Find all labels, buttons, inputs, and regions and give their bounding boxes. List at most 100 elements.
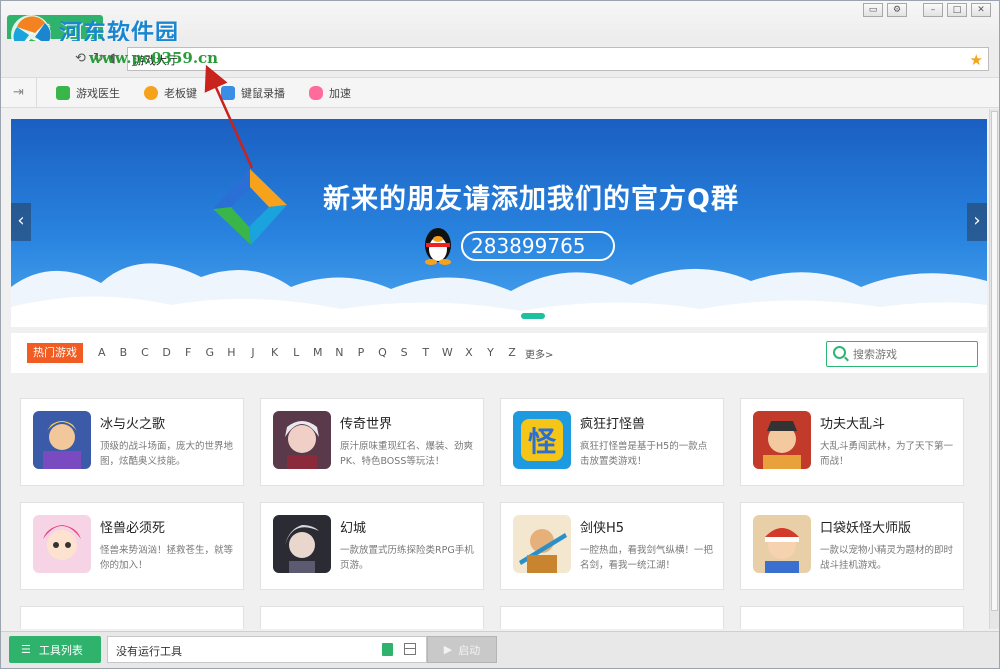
game-desc: 顶级的战斗场面，庞大的世界地图，炫酷奥义技能。 xyxy=(100,441,234,467)
letter-filter-d[interactable]: D xyxy=(156,346,178,359)
toolbar-label: 老板键 xyxy=(164,87,197,100)
game-title: 功夫大乱斗 xyxy=(820,417,886,432)
minimize-button[interactable]: – xyxy=(923,3,943,17)
game-card[interactable]: 冰与火之歌 顶级的战斗场面，庞大的世界地图，炫酷奥义技能。 xyxy=(20,398,244,486)
game-title: 疯狂打怪兽 xyxy=(580,417,646,432)
letter-filter-b[interactable]: B xyxy=(113,346,135,359)
letter-filter-s[interactable]: S xyxy=(393,346,415,359)
medkit-icon xyxy=(56,86,70,100)
filter-bar: 热门游戏 ABCDFGHJKLMNPQSTWXYZ 更多> xyxy=(11,333,987,373)
game-card[interactable]: 口袋妖怪大师版 一款以宠物小精灵为题材的即时战斗挂机游戏。 xyxy=(740,502,964,590)
letter-filter-f[interactable]: F xyxy=(177,346,199,359)
toolbar-label: 加速 xyxy=(329,87,351,100)
toolbar-game-doctor[interactable]: 游戏医生 xyxy=(56,85,120,101)
sidebar-toggle-icon[interactable]: ⇥ xyxy=(1,78,37,108)
tool-status: 没有运行工具 xyxy=(107,636,427,663)
scrollbar-thumb[interactable] xyxy=(991,111,998,611)
launch-label: 启动 xyxy=(458,643,481,657)
letter-filter-w[interactable]: W xyxy=(437,346,459,359)
game-thumbnail xyxy=(273,411,331,469)
maximize-button[interactable]: □ xyxy=(947,3,967,17)
game-desc: 一款以宠物小精灵为题材的即时战斗挂机游戏。 xyxy=(820,545,954,571)
game-title: 剑侠H5 xyxy=(580,521,625,536)
toolbar-accelerate[interactable]: 加速 xyxy=(309,85,351,101)
game-title: 传奇世界 xyxy=(340,417,393,432)
game-card[interactable]: 怪兽必须死 怪兽来势汹汹！拯救苍生，就等你的加入！ xyxy=(20,502,244,590)
letter-filter-l[interactable]: L xyxy=(285,346,307,359)
letter-filter-a[interactable]: A xyxy=(91,346,113,359)
tool-status-text: 没有运行工具 xyxy=(116,645,182,658)
content-area: 新来的朋友请添加我们的官方Q群 283899765 ‹ › 热门游戏 ABCDF… xyxy=(3,109,989,629)
letter-filter-n[interactable]: N xyxy=(329,346,351,359)
letter-filter-x[interactable]: X xyxy=(458,346,480,359)
search-input[interactable] xyxy=(853,345,973,363)
game-card[interactable]: 剑侠H5 一腔热血，看我剑气纵横！一把名剑，看我一统江湖！ xyxy=(500,502,724,590)
game-card[interactable]: 怪 疯狂打怪兽 疯狂打怪兽是基于H5的一款点击放置类游戏！ xyxy=(500,398,724,486)
search-icon xyxy=(833,346,846,359)
launch-button[interactable]: ▶ 启动 xyxy=(427,636,497,663)
game-title: 冰与火之歌 xyxy=(100,417,166,432)
game-card[interactable]: 幻城 一款放置式历练探险类RPG手机页游。 xyxy=(260,502,484,590)
game-card[interactable] xyxy=(500,606,724,629)
letter-filter-g[interactable]: G xyxy=(199,346,221,359)
game-card[interactable] xyxy=(260,606,484,629)
document-icon[interactable] xyxy=(382,643,393,656)
game-thumbnail xyxy=(273,515,331,573)
close-button[interactable]: ✕ xyxy=(971,3,991,17)
game-desc: 疯狂打怪兽是基于H5的一款点击放置类游戏！ xyxy=(580,441,708,467)
banner-indicator[interactable] xyxy=(521,313,545,319)
game-thumbnail xyxy=(753,411,811,469)
tools-list-label: 工具列表 xyxy=(38,643,83,657)
game-card[interactable]: 功夫大乱斗 大乱斗勇闯武林，为了天下第一而战！ xyxy=(740,398,964,486)
favorite-star-icon[interactable]: ★ xyxy=(970,51,983,69)
address-input[interactable]: 游戏大厅 xyxy=(127,47,989,71)
app-window: 游戏 河东软件园 ▭ ⚙ – □ ✕ ⟲ ↻ ◖ 游戏大厅 ★ www.pc03… xyxy=(0,0,1000,669)
game-title: 怪兽必须死 xyxy=(100,521,166,536)
game-thumbnail xyxy=(753,515,811,573)
game-desc: 大乱斗勇闯武林，为了天下第一而战！ xyxy=(820,441,954,467)
toolbar: ⇥ 游戏医生 老板键 键鼠录播 加速 xyxy=(1,77,999,108)
game-card[interactable]: 传奇世界 原汁原味重现红名、爆装、劲爽PK、特色BOSS等玩法！ xyxy=(260,398,484,486)
letter-filter-c[interactable]: C xyxy=(134,346,156,359)
letter-filter-t[interactable]: T xyxy=(415,346,437,359)
gamepad-icon xyxy=(309,86,323,100)
banner-next-button[interactable]: › xyxy=(967,203,987,241)
bottom-bar: ☰ 工具列表 没有运行工具 ▶ 启动 xyxy=(1,631,999,668)
letter-index: ABCDFGHJKLMNPQSTWXYZ xyxy=(91,346,523,359)
toolbar-key-recorder[interactable]: 键鼠录播 xyxy=(221,85,285,101)
letter-filter-p[interactable]: P xyxy=(350,346,372,359)
skin-button[interactable]: ▭ xyxy=(863,3,883,17)
game-card[interactable] xyxy=(20,606,244,629)
tools-list-button[interactable]: ☰ 工具列表 xyxy=(9,636,101,663)
letter-filter-m[interactable]: M xyxy=(307,346,329,359)
toolbar-label: 键鼠录播 xyxy=(241,87,285,100)
banner-prev-button[interactable]: ‹ xyxy=(11,203,31,241)
toolbar-boss-key[interactable]: 老板键 xyxy=(144,85,197,101)
letter-filter-h[interactable]: H xyxy=(221,346,243,359)
game-thumbnail xyxy=(513,515,571,573)
settings-button[interactable]: ⚙ xyxy=(887,3,907,17)
game-card[interactable] xyxy=(740,606,964,629)
banner[interactable]: 新来的朋友请添加我们的官方Q群 283899765 ‹ › xyxy=(11,119,987,327)
game-desc: 一腔热血，看我剑气纵横！一把名剑，看我一统江湖！ xyxy=(580,545,714,571)
back-icon[interactable]: ⟲ xyxy=(75,51,86,66)
letter-filter-q[interactable]: Q xyxy=(372,346,394,359)
game-title: 幻城 xyxy=(340,521,367,536)
banner-logo xyxy=(213,169,287,245)
game-thumbnail: 怪 xyxy=(513,411,571,469)
qq-penguin-icon xyxy=(425,228,451,265)
vertical-scrollbar[interactable] xyxy=(989,109,999,629)
letter-filter-j[interactable]: J xyxy=(242,346,264,359)
search-box[interactable] xyxy=(826,341,978,367)
qq-group-number: 283899765 xyxy=(461,231,615,261)
hot-games-tab[interactable]: 热门游戏 xyxy=(27,343,83,363)
title-bar: 游戏 河东软件园 ▭ ⚙ – □ ✕ xyxy=(1,1,999,56)
toolbar-label: 游戏医生 xyxy=(76,87,120,100)
panel-icon[interactable] xyxy=(404,643,416,655)
letter-filter-y[interactable]: Y xyxy=(480,346,502,359)
list-icon: ☰ xyxy=(21,643,31,656)
letter-filter-z[interactable]: Z xyxy=(501,346,523,359)
more-link[interactable]: 更多> xyxy=(525,346,553,361)
letter-filter-k[interactable]: K xyxy=(264,346,286,359)
window-controls: ▭ ⚙ – □ ✕ xyxy=(863,3,991,17)
